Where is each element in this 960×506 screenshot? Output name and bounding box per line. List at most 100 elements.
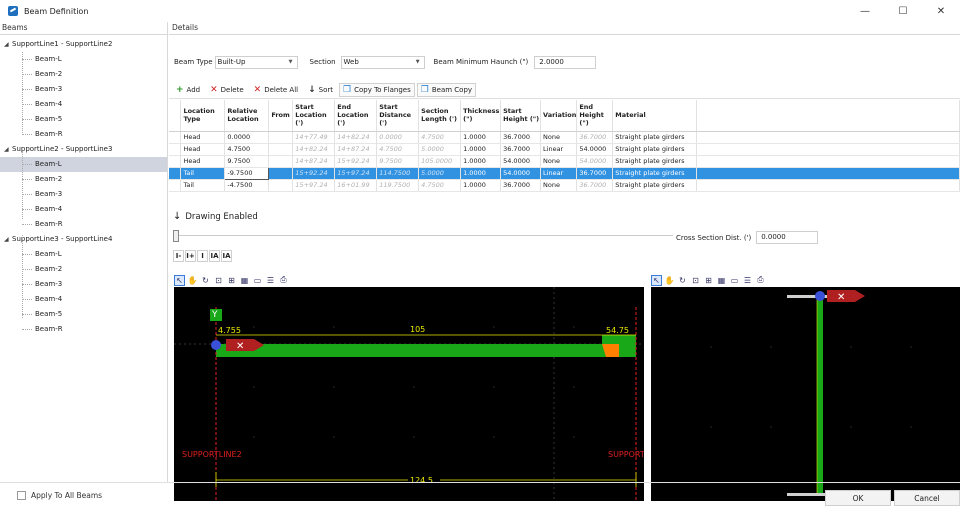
tree-item[interactable]: Beam-3 <box>0 277 167 292</box>
rotate-icon[interactable]: ↻ <box>677 275 688 286</box>
table-cell[interactable]: 16+01.99 <box>334 179 378 192</box>
view-grid-icon[interactable]: ▦ <box>716 275 727 286</box>
table-cell[interactable]: Head <box>180 155 226 168</box>
table-cell[interactable]: 36.7000 <box>576 167 614 180</box>
table-cell[interactable]: 14+87.24 <box>292 155 336 168</box>
pan-hand-icon[interactable]: ✋ <box>664 275 675 286</box>
table-row[interactable]: Tail -9.7500 15+92.24 15+97.24 114.7500 5.000… <box>169 166 960 180</box>
table-cell[interactable]: Straight plate girders <box>612 167 698 180</box>
row-indicator[interactable] <box>169 131 182 144</box>
tree-group[interactable]: ◢ SupportLine2 - SupportLine3 <box>0 142 167 157</box>
tree-item[interactable]: Beam-4 <box>0 292 167 307</box>
add-button[interactable]: + Add <box>172 83 204 97</box>
table-cell[interactable]: 14+87.24 <box>334 143 378 156</box>
table-cell[interactable]: 119.7500 <box>376 179 420 192</box>
table-cell[interactable]: None <box>540 131 578 144</box>
display-icon[interactable]: ▭ <box>729 275 740 286</box>
tree-item[interactable]: Beam-R <box>0 127 167 142</box>
table-cell[interactable]: -4.7500 <box>224 179 270 192</box>
table-cell[interactable]: 105.0000 <box>418 155 462 168</box>
expand-triangle-icon[interactable]: ◢ <box>4 142 12 157</box>
table-cell[interactable]: None <box>540 155 578 168</box>
layers-icon[interactable]: ☰ <box>265 275 276 286</box>
table-cell[interactable]: 14+82.24 <box>292 143 336 156</box>
table-cell[interactable]: Straight plate girders <box>612 179 698 192</box>
tree-item[interactable]: Beam-L <box>0 157 167 172</box>
dim-tool-1[interactable]: I- <box>173 250 184 262</box>
tree-item[interactable]: Beam-R <box>0 322 167 337</box>
table-cell[interactable]: 4.7500 <box>224 143 270 156</box>
close-button[interactable]: ✕ <box>922 0 960 22</box>
table-cell[interactable] <box>268 143 294 156</box>
table-cell[interactable]: 9.7500 <box>376 155 420 168</box>
tree-item[interactable]: Beam-4 <box>0 97 167 112</box>
select-icon[interactable]: ↖ <box>174 274 185 286</box>
table-cell[interactable]: 5.0000 <box>418 143 462 156</box>
table-cell[interactable]: 114.7500 <box>376 167 420 180</box>
table-cell[interactable]: 15+92.24 <box>292 167 336 180</box>
tree-item[interactable]: Beam-4 <box>0 202 167 217</box>
table-cell[interactable]: 36.7000 <box>500 179 542 192</box>
slider-thumb[interactable] <box>173 230 179 242</box>
dim-tool-5[interactable]: IA <box>221 250 232 262</box>
table-cell[interactable]: 0.0000 <box>224 131 270 144</box>
table-row[interactable]: Tail -4.7500 15+97.24 16+01.99 119.7500 4.750… <box>169 179 960 192</box>
print-icon[interactable]: ⎙ <box>755 275 766 286</box>
zoom-window-icon[interactable]: ⊞ <box>226 275 237 286</box>
table-cell[interactable]: 36.7000 <box>576 179 614 192</box>
table-cell[interactable]: 15+97.24 <box>334 167 378 180</box>
table-cell[interactable]: 14+82.24 <box>334 131 378 144</box>
tree-item[interactable]: Beam-L <box>0 247 167 262</box>
table-cell[interactable]: 4.7500 <box>418 179 462 192</box>
table-cell[interactable]: Tail <box>180 179 226 192</box>
table-cell[interactable]: 1.0000 <box>460 155 502 168</box>
column-header[interactable]: Start Distance (') <box>376 100 420 132</box>
row-indicator[interactable] <box>169 143 182 156</box>
dim-tool-3[interactable]: I <box>197 250 208 262</box>
delete-all-button[interactable]: ✕ Delete All <box>250 83 302 97</box>
rotate-icon[interactable]: ↻ <box>200 275 211 286</box>
expand-triangle-icon[interactable]: ◢ <box>4 37 12 52</box>
tree-item[interactable]: Beam-5 <box>0 307 167 322</box>
column-header[interactable]: Start Location (') <box>292 100 336 132</box>
table-cell[interactable]: 1.0000 <box>460 143 502 156</box>
table-cell[interactable]: 15+92.24 <box>334 155 378 168</box>
table-cell[interactable] <box>268 155 294 168</box>
minimize-button[interactable]: — <box>846 0 884 22</box>
cancel-button[interactable]: Cancel <box>894 490 960 506</box>
table-cell[interactable]: Straight plate girders <box>612 155 698 168</box>
column-header[interactable]: Location Type <box>180 100 226 132</box>
table-cell[interactable]: 36.7000 <box>576 131 614 144</box>
print-icon[interactable]: ⎙ <box>278 275 289 286</box>
table-cell[interactable]: Head <box>180 131 226 144</box>
section-dropdown[interactable]: Web ▼ <box>340 55 425 69</box>
table-cell[interactable]: -9.7500 <box>224 166 270 180</box>
maximize-button[interactable]: ☐ <box>884 0 922 22</box>
table-cell[interactable]: 1.0000 <box>460 179 502 192</box>
beam-type-dropdown[interactable]: Built-Up ▼ <box>214 55 298 69</box>
cross-section-slider[interactable] <box>173 230 673 242</box>
drawing-enabled-toggle[interactable]: ↓ Drawing Enabled <box>173 211 258 222</box>
tree-item[interactable]: Beam-5 <box>0 112 167 127</box>
cross-section-view[interactable]: ✕ <box>651 287 960 501</box>
column-header[interactable]: Section Length (') <box>418 100 462 132</box>
expand-triangle-icon[interactable]: ◢ <box>4 232 12 247</box>
table-cell[interactable]: 15+97.24 <box>292 179 336 192</box>
table-cell[interactable]: 5.0000 <box>418 167 462 180</box>
table-cell[interactable]: 1.0000 <box>460 167 502 180</box>
view-grid-icon[interactable]: ▦ <box>239 275 250 286</box>
tree-item[interactable]: Beam-2 <box>0 67 167 82</box>
row-indicator[interactable] <box>169 167 182 180</box>
column-header[interactable]: Thickness (") <box>460 100 502 132</box>
display-icon[interactable]: ▭ <box>252 275 263 286</box>
table-cell[interactable]: Straight plate girders <box>612 143 698 156</box>
tree-item[interactable]: Beam-L <box>0 52 167 67</box>
row-indicator[interactable] <box>169 179 182 192</box>
column-header[interactable]: End Location (') <box>334 100 378 132</box>
row-indicator[interactable] <box>169 155 182 168</box>
tree-group[interactable]: ◢ SupportLine1 - SupportLine2 <box>0 37 167 52</box>
sort-button[interactable]: ↓ Sort <box>304 83 337 97</box>
select-icon[interactable]: ↖ <box>651 274 662 286</box>
column-header[interactable]: End Height (") <box>576 100 614 132</box>
copy-to-flanges-button[interactable]: ❐ Copy To Flanges <box>339 82 415 97</box>
